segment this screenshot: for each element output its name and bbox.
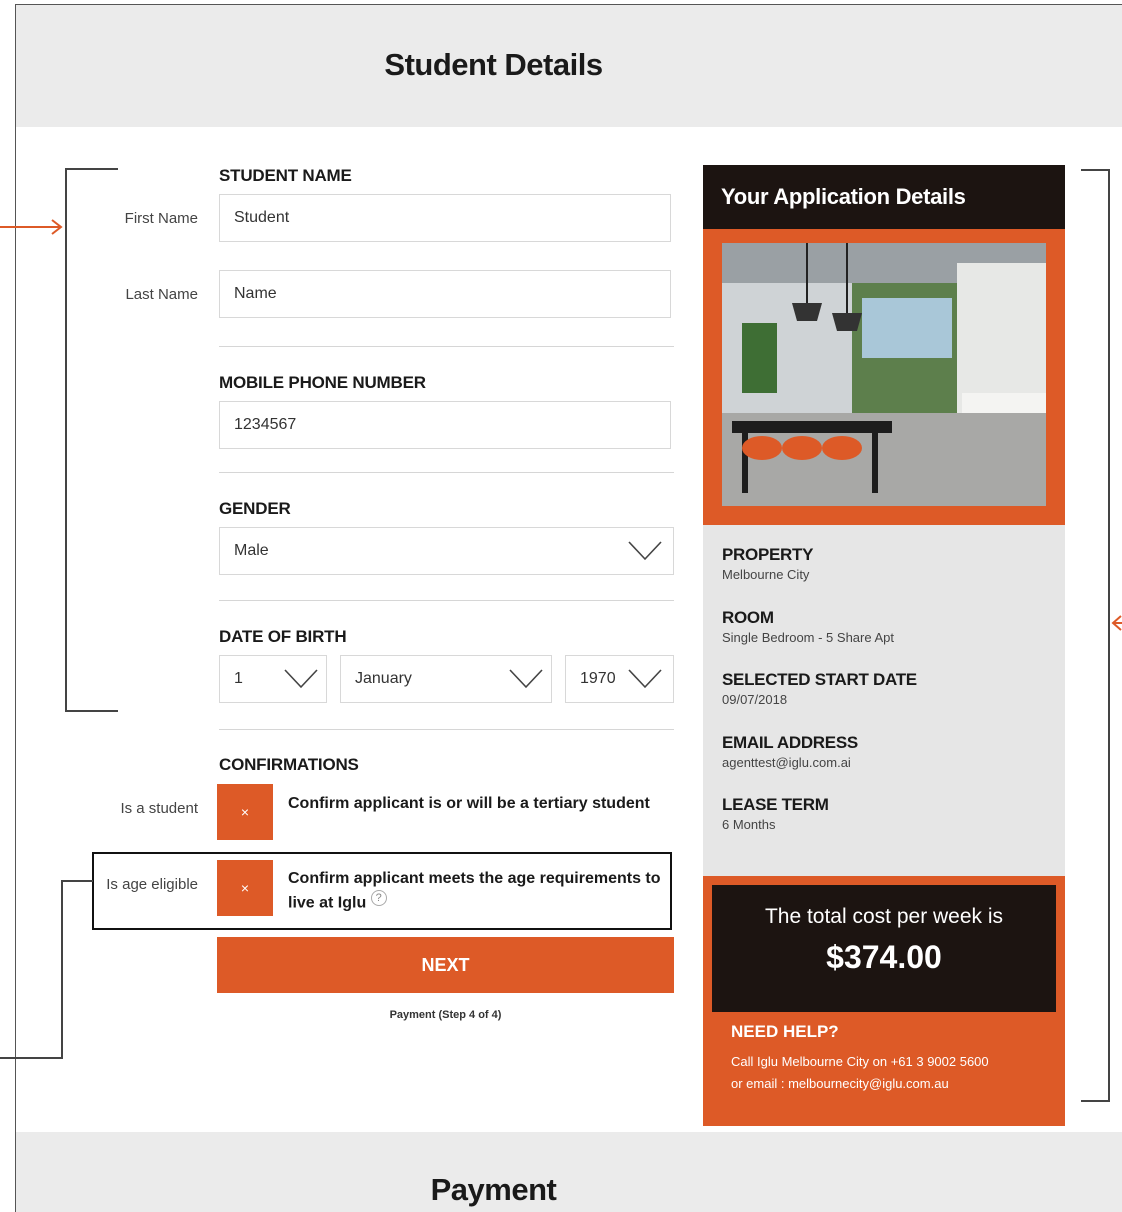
- help-phone[interactable]: Call Iglu Melbourne City on +61 3 9002 5…: [731, 1051, 1061, 1073]
- age-connector: [0, 880, 93, 1059]
- chevron-down-icon: [628, 541, 662, 561]
- room-label: ROOM: [722, 608, 774, 627]
- divider: [219, 600, 674, 601]
- step-note: Payment (Step 4 of 4): [389, 1009, 502, 1021]
- lease-value: 6 Months: [722, 817, 776, 832]
- details-block: PROPERTY Melbourne City ROOM Single Bedr…: [703, 525, 1065, 876]
- property-photo: [722, 243, 1046, 506]
- divider: [219, 472, 674, 473]
- email-label: EMAIL ADDRESS: [722, 733, 858, 752]
- room-detail: ROOM Single Bedroom - 5 Share Apt: [722, 608, 894, 645]
- property-label: PROPERTY: [722, 545, 814, 564]
- last-name-input[interactable]: Name: [219, 270, 671, 318]
- help-block: Call Iglu Melbourne City on +61 3 9002 5…: [731, 1051, 1061, 1095]
- cost-line: The total cost per week is: [764, 905, 1004, 928]
- cost-help-block: The total cost per week is $374.00 NEED …: [703, 876, 1065, 1126]
- start-date-detail: SELECTED START DATE 09/07/2018: [722, 670, 917, 707]
- is-student-label: Is a student: [120, 800, 198, 817]
- confirmations-title: CONFIRMATIONS: [219, 755, 359, 774]
- mobile-title: MOBILE PHONE NUMBER: [219, 373, 426, 392]
- cost-amount: $374.00: [826, 939, 942, 975]
- close-icon: ×: [240, 804, 250, 820]
- mobile-input[interactable]: 1234567: [219, 401, 671, 449]
- dob-year-value: 1970: [580, 670, 616, 687]
- mobile-value: 1234567: [234, 416, 297, 433]
- help-title: NEED HELP?: [731, 1022, 839, 1041]
- student-name-title: STUDENT NAME: [219, 166, 352, 185]
- help-icon[interactable]: ?: [370, 890, 387, 906]
- age-eligible-text: Confirm applicant meets the age requirem…: [288, 867, 666, 914]
- is-student-text: Confirm applicant is or will be a tertia…: [288, 795, 650, 812]
- last-name-value: Name: [234, 285, 277, 302]
- gender-title: GENDER: [219, 499, 291, 518]
- close-icon: ×: [240, 880, 250, 896]
- chevron-down-icon: [284, 669, 318, 689]
- first-name-input[interactable]: Student: [219, 194, 671, 242]
- last-name-label: Last Name: [125, 286, 198, 303]
- age-eligible-text-body: Confirm applicant meets the age requirem…: [288, 870, 661, 912]
- lease-label: LEASE TERM: [722, 795, 829, 814]
- property-value: Melbourne City: [722, 567, 810, 582]
- start-date-label: SELECTED START DATE: [722, 670, 917, 689]
- dob-title: DATE OF BIRTH: [219, 627, 347, 646]
- gender-value: Male: [234, 542, 269, 559]
- gender-select[interactable]: Male: [219, 527, 674, 575]
- room-value: Single Bedroom - 5 Share Apt: [722, 630, 894, 645]
- dob-month-value: January: [355, 670, 412, 687]
- first-name-label: First Name: [124, 210, 198, 227]
- chevron-down-icon: [628, 669, 662, 689]
- email-value: agenttest@iglu.com.ai: [722, 755, 851, 770]
- lease-detail: LEASE TERM 6 Months: [722, 795, 829, 832]
- next-button[interactable]: NEXT: [217, 937, 674, 993]
- email-detail: EMAIL ADDRESS agenttest@iglu.com.ai: [722, 733, 858, 770]
- left-bracket: [65, 168, 118, 712]
- panel-title: Your Application Details: [703, 165, 1065, 229]
- is-student-checkbox[interactable]: ×: [217, 784, 273, 840]
- age-eligible-checkbox[interactable]: ×: [217, 860, 273, 916]
- divider: [219, 346, 674, 347]
- divider: [219, 729, 674, 730]
- age-eligible-label: Is age eligible: [106, 876, 198, 893]
- first-name-value: Student: [234, 209, 290, 226]
- start-date-value: 09/07/2018: [722, 692, 788, 707]
- chevron-down-icon: [509, 669, 543, 689]
- property-detail: PROPERTY Melbourne City: [722, 545, 813, 582]
- dob-day-value: 1: [234, 670, 243, 687]
- panel-photo-frame: [703, 229, 1065, 525]
- right-bracket: [1081, 169, 1110, 1102]
- cost-box: The total cost per week is $374.00: [712, 885, 1056, 1012]
- help-email[interactable]: or email : melbournecity@iglu.com.au: [731, 1073, 1061, 1095]
